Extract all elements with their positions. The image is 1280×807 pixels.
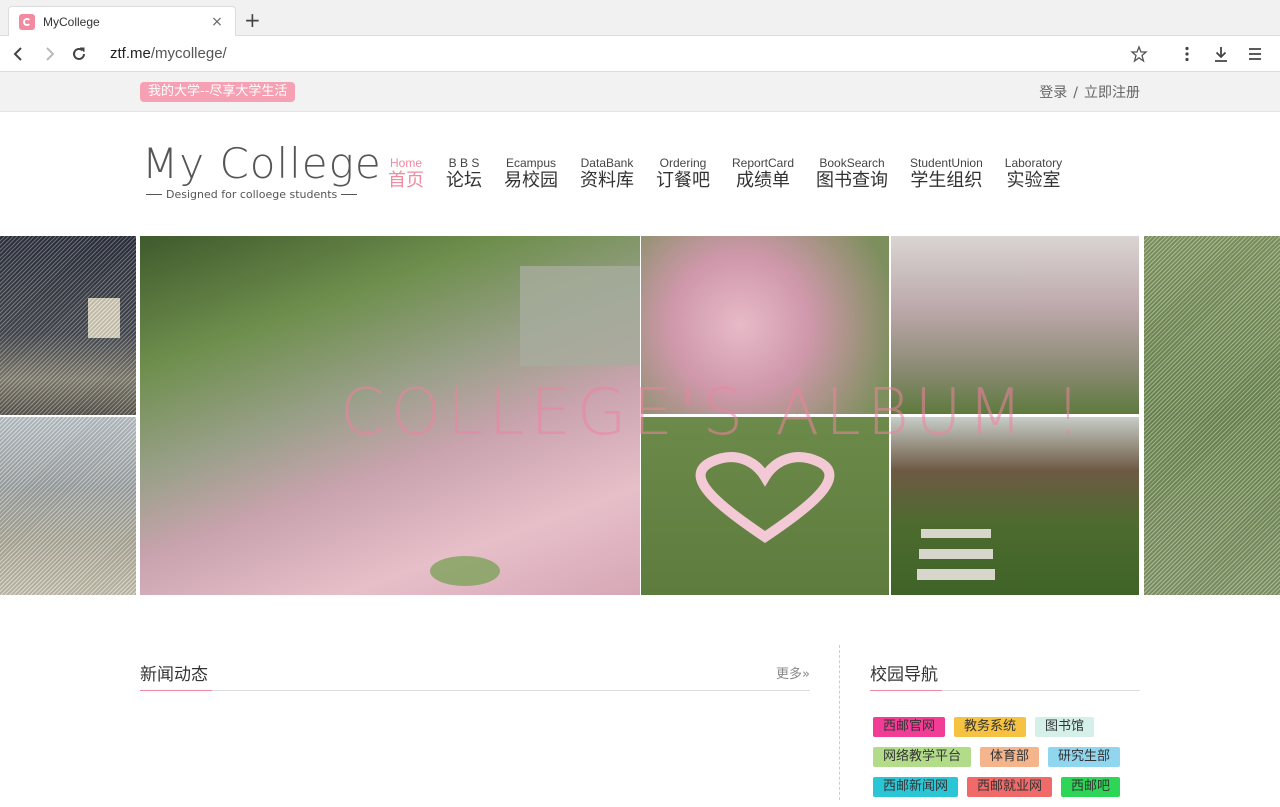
more-menu-icon[interactable]: [1172, 39, 1202, 69]
news-section: 新闻动态 更多»: [140, 655, 810, 691]
nav-item-laboratory[interactable]: Laboratory 实验室: [1005, 156, 1062, 192]
news-title: 新闻动态: [140, 665, 208, 685]
album-title: COLLEGE'S ALBUM !: [340, 376, 1087, 450]
forward-icon[interactable]: [34, 39, 64, 69]
album-photo-building: [0, 417, 136, 595]
campus-link[interactable]: 网络教学平台: [873, 747, 972, 767]
auth-links: 登录 / 立即注册: [1039, 82, 1140, 102]
logo-title: My College: [142, 139, 382, 188]
reload-icon[interactable]: [64, 39, 94, 69]
campus-link[interactable]: 研究生部: [1048, 747, 1121, 767]
news-header: 新闻动态 更多»: [140, 655, 810, 691]
browser-tab[interactable]: MyCollege ×: [8, 6, 236, 36]
nav-item-zh-label: 学生组织: [910, 170, 983, 191]
site-favicon-icon: [19, 13, 35, 30]
album-photo-greenery: [1144, 236, 1280, 595]
login-link[interactable]: 登录: [1039, 85, 1067, 101]
browser-toolbar: ztf.me/mycollege/: [0, 36, 1280, 72]
tab-title: MyCollege: [43, 14, 100, 29]
campus-link[interactable]: 体育部: [980, 747, 1040, 767]
back-icon[interactable]: [4, 39, 34, 69]
close-tab-icon[interactable]: ×: [209, 14, 225, 30]
campus-nav-title: 校园导航: [870, 665, 938, 685]
logo-subtitle-text: Designed for colloege students: [166, 188, 338, 201]
url-path: /mycollege/: [150, 45, 227, 62]
nav-item-bbs[interactable]: B B S 论坛: [446, 156, 482, 192]
nav-item-en-label: Ordering: [659, 156, 707, 170]
nav-item-en-label: BookSearch: [819, 156, 885, 170]
nav-item-ordering[interactable]: Ordering 订餐吧: [656, 156, 710, 192]
album-photo-night-campus: [0, 236, 136, 415]
campus-link[interactable]: 西邮就业网: [967, 777, 1053, 797]
nav-item-databank[interactable]: DataBank 资料库: [580, 156, 634, 192]
campus-link[interactable]: 西邮新闻网: [873, 777, 959, 797]
logo-subtitle: Designed for colloege students: [142, 188, 382, 201]
nav-item-en-label: Home: [389, 156, 422, 170]
campus-link[interactable]: 西邮吧: [1061, 777, 1121, 797]
register-link[interactable]: 立即注册: [1084, 85, 1140, 101]
campus-link[interactable]: 图书馆: [1035, 717, 1095, 737]
site-logo[interactable]: My College Designed for colloege student…: [142, 139, 382, 202]
nav-item-en-label: B B S: [448, 156, 480, 170]
site-topbar: 我的大学--尽享大学生活 登录 / 立即注册: [0, 72, 1280, 112]
campus-nav-section: 校园导航 西邮官网 教务系统 图书馆网络教学平台 体育部 研究生部西邮新闻网 西邮就业网西…: [870, 655, 1140, 807]
nav-item-zh-label: 订餐吧: [656, 170, 710, 191]
campus-links: 西邮官网 教务系统 图书馆网络教学平台 体育部 研究生部西邮新闻网 西邮就业网 西邮吧: [870, 717, 1140, 807]
nav-item-en-label: Laboratory: [1004, 156, 1063, 170]
nav-item-zh-label: 易校园: [504, 170, 558, 191]
news-more-link[interactable]: 更多»: [776, 663, 810, 682]
address-bar[interactable]: ztf.me/mycollege/: [110, 45, 227, 62]
nav-item-ecampus[interactable]: Ecampus 易校园: [504, 156, 558, 192]
browser-tabbar: MyCollege × +: [0, 0, 1280, 36]
site-slogan: 我的大学--尽享大学生活: [140, 82, 296, 102]
photo-album: COLLEGE'S ALBUM !: [0, 236, 1280, 595]
nav-item-booksearch[interactable]: BookSearch 图书查询: [816, 156, 888, 192]
nav-item-en-label: Ecampus: [505, 156, 557, 170]
nav-item-zh-label: 论坛: [446, 170, 482, 191]
campus-link[interactable]: 西邮官网: [873, 717, 946, 737]
nav-item-en-label: ReportCard: [732, 156, 795, 170]
url-host: ztf.me: [110, 45, 151, 62]
new-tab-icon[interactable]: +: [244, 10, 261, 30]
main-navigation: Home 首页 B B S 论坛 Ecampus 易校园 DataBank 资料库 Orderi…: [388, 156, 1084, 192]
auth-separator: /: [1073, 85, 1078, 101]
download-icon[interactable]: [1206, 39, 1236, 69]
campus-link[interactable]: 教务系统: [954, 717, 1027, 737]
site-header: My College Designed for colloege student…: [0, 112, 1280, 237]
nav-item-reportcard[interactable]: ReportCard 成绩单: [732, 156, 794, 192]
nav-item-zh-label: 资料库: [580, 170, 634, 191]
hamburger-menu-icon[interactable]: [1240, 39, 1270, 69]
nav-item-en-label: StudentUnion: [910, 156, 983, 170]
nav-item-zh-label: 实验室: [1006, 170, 1061, 191]
bookmark-star-icon[interactable]: [1124, 39, 1154, 69]
nav-item-zh-label: 成绩单: [736, 170, 791, 191]
nav-item-studentunion[interactable]: StudentUnion 学生组织: [910, 156, 983, 192]
nav-item-zh-label: 首页: [388, 170, 424, 191]
nav-item-en-label: DataBank: [580, 156, 634, 170]
nav-item-home[interactable]: Home 首页: [388, 156, 424, 192]
section-divider: [839, 645, 840, 800]
nav-item-zh-label: 图书查询: [816, 170, 889, 191]
campus-nav-header: 校园导航: [870, 655, 1140, 691]
